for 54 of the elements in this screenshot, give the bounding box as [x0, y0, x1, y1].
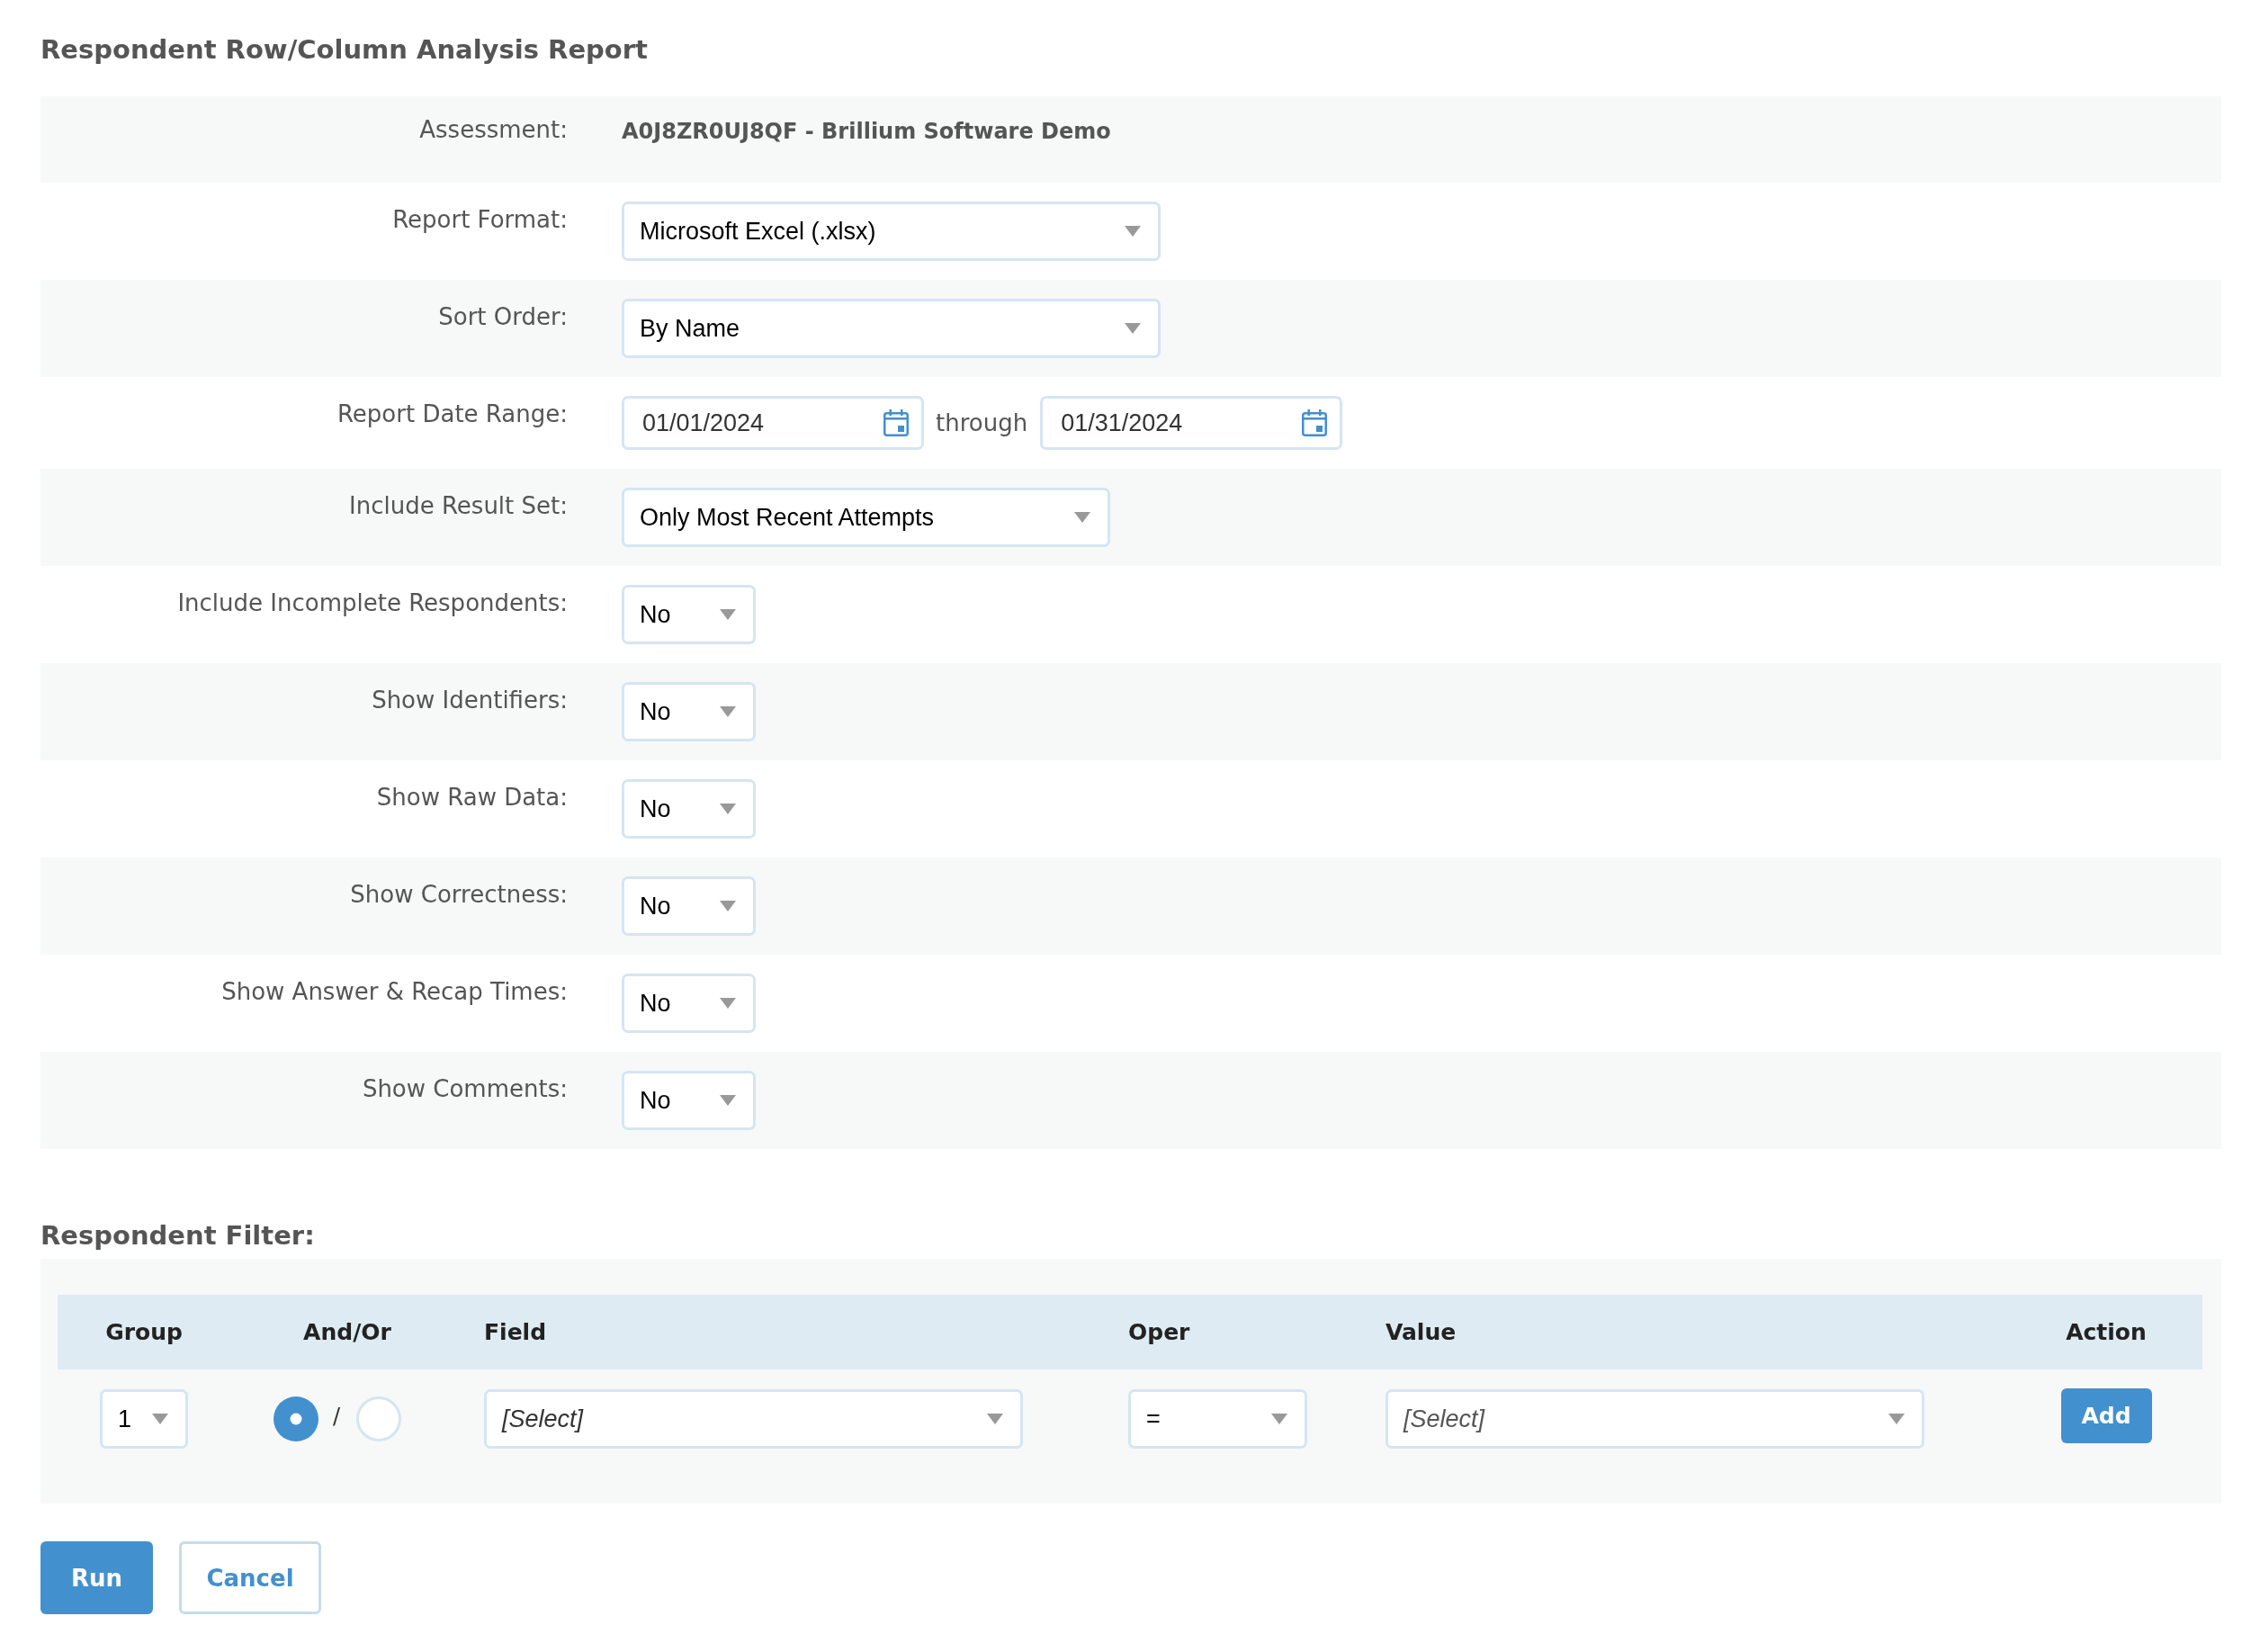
column-header: Group — [105, 1319, 183, 1345]
field-label: Sort Order: — [438, 302, 568, 332]
field-label: Assessment: — [419, 115, 568, 145]
dropdown[interactable]: 1 — [100, 1389, 188, 1449]
caret-icon — [720, 901, 736, 911]
field-label: Report Format: — [392, 205, 568, 235]
caret-icon — [1125, 323, 1141, 334]
dropdown[interactable]: No — [622, 585, 756, 644]
dropdown[interactable]: No — [622, 779, 756, 839]
dropdown[interactable]: By Name — [622, 299, 1161, 358]
range-separator: through — [936, 409, 1028, 436]
dropdown[interactable]: [Select] — [1386, 1389, 1924, 1449]
field-label: Report Date Range: — [336, 400, 568, 429]
caret-icon — [720, 804, 736, 814]
page-title: Respondent Row/Column Analysis Report — [40, 33, 648, 67]
column-header: Value — [1386, 1319, 1457, 1345]
calendar-icon[interactable] — [883, 409, 909, 436]
section-title: Respondent Filter: — [40, 1219, 315, 1252]
dropdown[interactable]: [Select] — [484, 1389, 1023, 1449]
caret-icon — [1888, 1414, 1905, 1424]
column-header: Field — [484, 1319, 547, 1345]
field-value: A0J8ZR0UJ8QF - Brillium Software Demo — [622, 118, 1111, 146]
dropdown[interactable]: Only Most Recent Attempts — [622, 488, 1110, 547]
caret-icon — [1074, 512, 1090, 523]
dropdown[interactable]: No — [622, 682, 756, 741]
dropdown[interactable]: = — [1128, 1389, 1307, 1449]
caret-icon — [1271, 1414, 1287, 1424]
field-label: Show Comments: — [362, 1074, 568, 1104]
caret-icon — [720, 998, 736, 1009]
caret-icon — [152, 1414, 168, 1424]
caret-icon — [1125, 226, 1141, 237]
column-header: Action — [2066, 1319, 2147, 1345]
column-header: Oper — [1128, 1319, 1190, 1345]
dropdown[interactable]: Microsoft Excel (.xlsx) — [622, 202, 1161, 261]
field-label: Show Raw Data: — [376, 783, 568, 813]
radio-button[interactable] — [356, 1396, 402, 1441]
radio-button[interactable] — [274, 1396, 318, 1441]
field-label: Include Incomplete Respondents: — [177, 588, 568, 618]
field-label: Show Correctness: — [350, 880, 568, 910]
field-label: Show Identifiers: — [372, 686, 568, 715]
column-header: And/Or — [303, 1319, 391, 1345]
field-label: Include Result Set: — [349, 491, 568, 521]
dropdown[interactable]: No — [622, 974, 756, 1033]
caret-icon — [720, 609, 736, 620]
caret-icon — [720, 706, 736, 717]
field-label: Show Answer & Recap Times: — [221, 977, 568, 1007]
caret-icon — [987, 1414, 1003, 1424]
date-field[interactable]: 01/01/2024 — [622, 396, 924, 450]
caret-icon — [720, 1095, 736, 1106]
dropdown[interactable]: No — [622, 876, 756, 936]
date-field[interactable]: 01/31/2024 — [1040, 396, 1343, 450]
calendar-icon[interactable] — [1302, 409, 1328, 436]
radio-separator: / — [333, 1404, 341, 1429]
dropdown[interactable]: No — [622, 1071, 756, 1130]
